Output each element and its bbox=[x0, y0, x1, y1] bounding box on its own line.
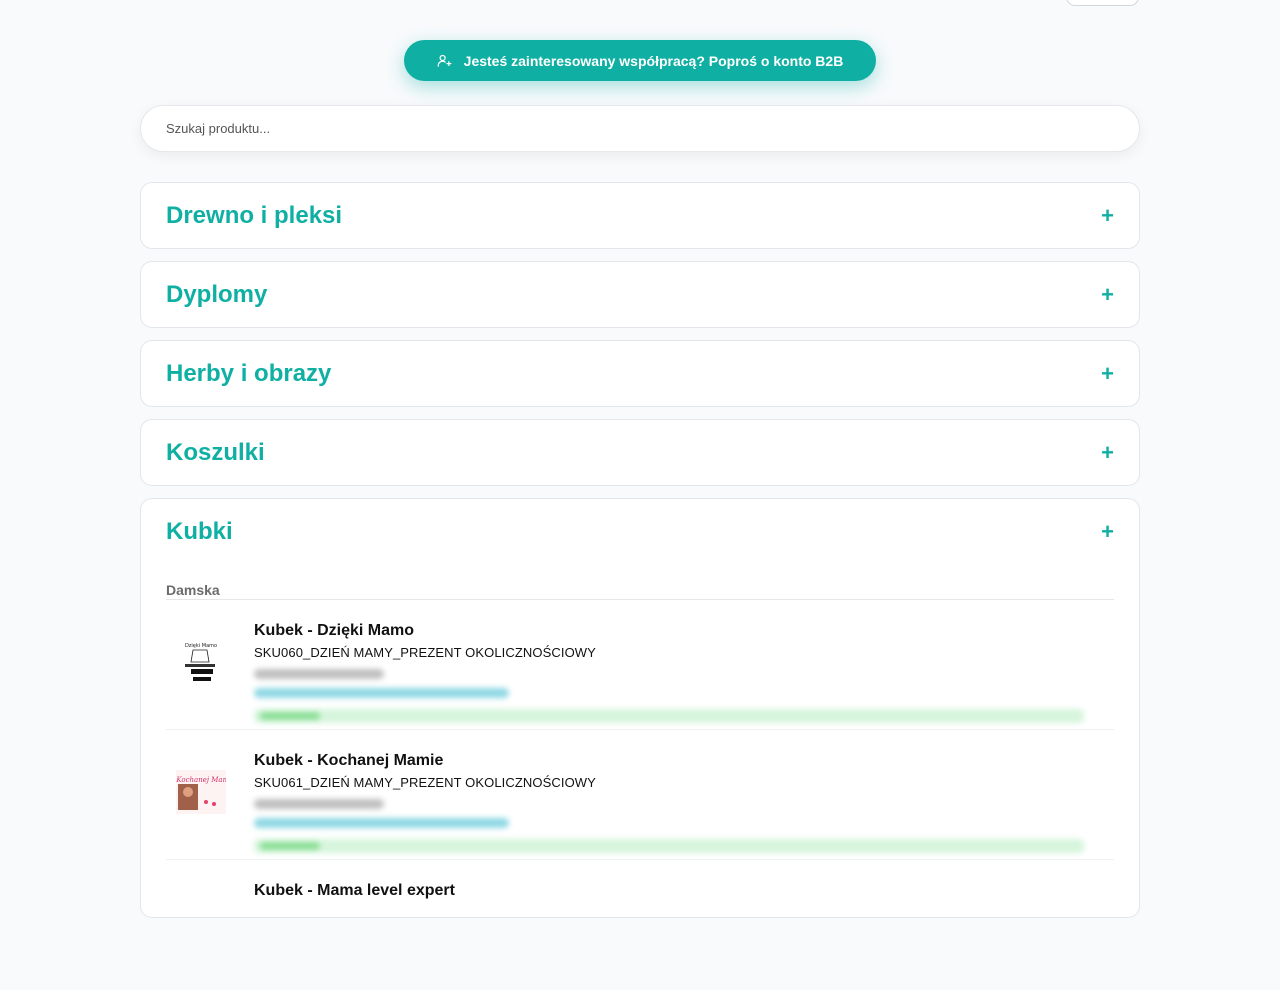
svg-text:Dzięki Mamo: Dzięki Mamo bbox=[185, 643, 217, 649]
product-thumbnail: Kochanej Mamie bbox=[166, 752, 254, 859]
mug-kochanej-mamie-image: Kochanej Mamie bbox=[176, 770, 226, 814]
product-thumbnail: Dzięki Mamo bbox=[166, 622, 254, 729]
category-header[interactable]: Herby i obrazy + bbox=[141, 341, 1139, 406]
request-b2b-account-button[interactable]: Jesteś zainteresowany współpracą? Poproś… bbox=[404, 40, 876, 81]
category-header[interactable]: Koszulki + bbox=[141, 420, 1139, 485]
subcategory-heading: Damska bbox=[166, 582, 1114, 600]
category-koszulki: Koszulki + bbox=[140, 419, 1140, 486]
category-header[interactable]: Dyplomy + bbox=[141, 262, 1139, 327]
product-name[interactable]: Kubek - Dzięki Mamo bbox=[254, 622, 1114, 640]
blurred-price bbox=[254, 799, 384, 809]
category-title: Herby i obrazy bbox=[166, 359, 332, 387]
product-name[interactable]: Kubek - Mama level expert bbox=[254, 882, 1114, 900]
blurred-price bbox=[254, 669, 384, 679]
category-herby-i-obrazy: Herby i obrazy + bbox=[140, 340, 1140, 407]
expand-icon[interactable]: + bbox=[1101, 283, 1114, 306]
expand-icon[interactable]: + bbox=[1101, 362, 1114, 385]
product-sku: SKU060_DZIEŃ MAMY_PREZENT OKOLICZNOŚCIOW… bbox=[254, 645, 596, 660]
expand-icon[interactable]: + bbox=[1101, 441, 1114, 464]
product-sku: SKU061_DZIEŃ MAMY_PREZENT OKOLICZNOŚCIOW… bbox=[254, 775, 596, 790]
category-drewno-i-pleksi: Drewno i pleksi + bbox=[140, 182, 1140, 249]
expand-icon[interactable]: + bbox=[1101, 520, 1114, 543]
blurred-availability bbox=[254, 839, 1084, 853]
category-dyplomy: Dyplomy + bbox=[140, 261, 1140, 328]
category-header[interactable]: Kubki + bbox=[141, 499, 1139, 564]
product-row[interactable]: Kochanej Mamie Kubek - Kochanej Mamie SK… bbox=[166, 730, 1114, 860]
category-header[interactable]: Drewno i pleksi + bbox=[141, 183, 1139, 248]
product-row[interactable]: Kubek - Mama level expert bbox=[166, 860, 1114, 990]
top-pill-button[interactable] bbox=[1066, 0, 1139, 6]
request-b2b-account-label: Jesteś zainteresowany współpracą? Poproś… bbox=[463, 52, 844, 69]
search-input[interactable] bbox=[166, 121, 1139, 136]
user-plus-icon bbox=[437, 54, 452, 67]
mug-dzieki-mamo-image: Dzięki Mamo bbox=[177, 640, 225, 684]
category-title: Kubki bbox=[166, 517, 233, 545]
category-title: Drewno i pleksi bbox=[166, 201, 343, 229]
expand-icon[interactable]: + bbox=[1101, 204, 1114, 227]
product-row[interactable]: Dzięki Mamo Kubek - Dzięki Mamo SKU060_D… bbox=[166, 600, 1114, 730]
blurred-link bbox=[254, 688, 509, 698]
blurred-availability bbox=[254, 709, 1084, 723]
product-name[interactable]: Kubek - Kochanej Mamie bbox=[254, 752, 1114, 770]
category-kubki: Kubki + Damska Dzięki Mamo Kubek - Dzięk… bbox=[140, 498, 1140, 918]
search-bar bbox=[140, 105, 1140, 152]
blurred-link bbox=[254, 818, 509, 828]
product-thumbnail bbox=[166, 882, 254, 990]
svg-text:Kochanej Mamie: Kochanej Mamie bbox=[176, 776, 226, 784]
category-title: Koszulki bbox=[166, 438, 265, 466]
category-title: Dyplomy bbox=[166, 280, 268, 308]
